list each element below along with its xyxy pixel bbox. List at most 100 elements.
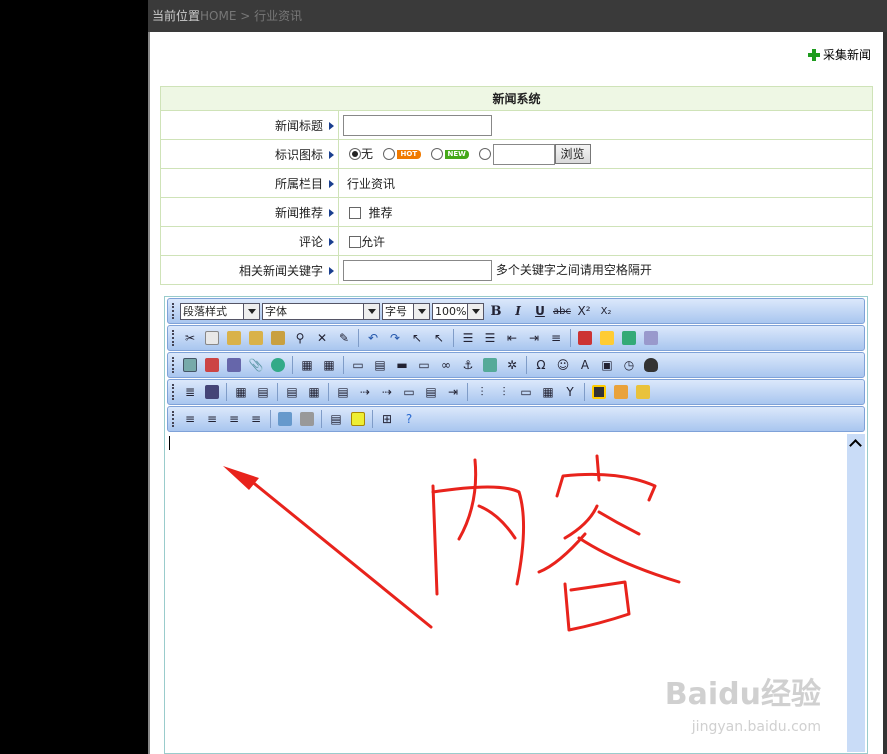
paragraph-style-select[interactable]: 段落样式: [180, 302, 260, 320]
image-icon[interactable]: [180, 355, 200, 375]
delete-icon[interactable]: ✕: [312, 328, 332, 348]
bold-button[interactable]: B: [486, 301, 506, 321]
textbox-icon[interactable]: ▭: [348, 355, 368, 375]
send-back-icon[interactable]: [633, 382, 653, 402]
outdent-icon[interactable]: ⇤: [502, 328, 522, 348]
help-icon[interactable]: ?: [399, 409, 419, 429]
chevron-up-icon[interactable]: [850, 438, 862, 450]
toolbar-grip[interactable]: [172, 384, 175, 400]
recommend-checkbox[interactable]: [349, 207, 361, 219]
copy-icon[interactable]: [202, 328, 222, 348]
toolbar-grip[interactable]: [172, 411, 175, 427]
emoticon-icon[interactable]: ☺: [553, 355, 573, 375]
highlight-icon[interactable]: [597, 328, 617, 348]
select-all-icon[interactable]: ↖: [429, 328, 449, 348]
globe-icon[interactable]: [268, 355, 288, 375]
icon-custom-radio[interactable]: [478, 148, 491, 160]
table-icon[interactable]: ▦: [297, 355, 317, 375]
split-col-icon[interactable]: Y: [560, 382, 580, 402]
browse-button[interactable]: 浏览: [554, 144, 591, 164]
layer-icon[interactable]: [589, 382, 609, 402]
cut-icon[interactable]: ✂: [180, 328, 200, 348]
zoom-select[interactable]: 100%: [432, 302, 484, 320]
blockquote-icon[interactable]: ≡: [546, 328, 566, 348]
attachment-icon[interactable]: 📎: [246, 355, 266, 375]
clock-icon[interactable]: ◷: [619, 355, 639, 375]
strikethrough-button[interactable]: abc: [552, 301, 572, 321]
col-delete-icon[interactable]: ⇥: [443, 382, 463, 402]
qq-icon[interactable]: [641, 355, 661, 375]
pdf-icon[interactable]: [297, 409, 317, 429]
map-icon[interactable]: [480, 355, 500, 375]
merge-right-icon[interactable]: ⫶: [494, 382, 514, 402]
text-color-icon[interactable]: [575, 328, 595, 348]
find-icon[interactable]: ⚲: [290, 328, 310, 348]
toolbar-grip[interactable]: [172, 330, 175, 346]
merge-down-icon[interactable]: ▭: [516, 382, 536, 402]
row-after-icon[interactable]: ⇢: [377, 382, 397, 402]
row-insert-icon[interactable]: ▤: [333, 382, 353, 402]
paste-icon[interactable]: [224, 328, 244, 348]
align-justify-icon[interactable]: ≡: [246, 409, 266, 429]
form-icon[interactable]: ▤: [370, 355, 390, 375]
italic-button[interactable]: I: [508, 301, 528, 321]
icon-new-radio[interactable]: [430, 148, 443, 160]
collect-news-button[interactable]: 采集新闻: [807, 46, 871, 63]
merge-cells-icon[interactable]: ⫶: [472, 382, 492, 402]
editor-scrollbar[interactable]: [847, 434, 865, 752]
subscript-button[interactable]: X₂: [596, 301, 616, 321]
unlink-icon[interactable]: ✲: [502, 355, 522, 375]
breadcrumb-section-link[interactable]: 行业资讯: [254, 9, 302, 23]
format-brush-icon[interactable]: [641, 328, 661, 348]
date-icon[interactable]: ▣: [597, 355, 617, 375]
background-color-icon[interactable]: [619, 328, 639, 348]
superscript-button[interactable]: X²: [574, 301, 594, 321]
cell-props-icon[interactable]: ▤: [282, 382, 302, 402]
link-icon[interactable]: ∞: [436, 355, 456, 375]
grid-icon[interactable]: ▦: [319, 355, 339, 375]
select-icon[interactable]: ↖: [407, 328, 427, 348]
comment-checkbox[interactable]: [349, 236, 361, 248]
row-before-icon[interactable]: ⇢: [355, 382, 375, 402]
anchor-icon[interactable]: ⚓: [458, 355, 478, 375]
table-insert-icon[interactable]: ▦: [231, 382, 251, 402]
ordered-list-icon[interactable]: ☰: [458, 328, 478, 348]
underline-button[interactable]: U: [530, 301, 550, 321]
template-icon[interactable]: ▤: [326, 409, 346, 429]
icon-none-radio[interactable]: [349, 148, 361, 160]
align-left-icon[interactable]: ≡: [180, 409, 200, 429]
marquee-icon[interactable]: [348, 409, 368, 429]
bring-front-icon[interactable]: [611, 382, 631, 402]
hr-icon[interactable]: ▬: [392, 355, 412, 375]
align-right-icon[interactable]: ≡: [224, 409, 244, 429]
toolbar-grip[interactable]: [172, 303, 175, 319]
preview-icon[interactable]: [275, 409, 295, 429]
align-center-icon[interactable]: ≡: [202, 409, 222, 429]
redo-icon[interactable]: ↷: [385, 328, 405, 348]
cell-split-icon[interactable]: ▦: [304, 382, 324, 402]
paragraph-icon[interactable]: ≣: [180, 382, 200, 402]
paste-text-icon[interactable]: [246, 328, 266, 348]
undo-icon[interactable]: ↶: [363, 328, 383, 348]
breadcrumb-home-link[interactable]: HOME: [200, 9, 236, 23]
font-size-select[interactable]: 字号: [382, 302, 430, 320]
font-select[interactable]: 字体: [262, 302, 380, 320]
spell-icon[interactable]: [202, 382, 222, 402]
toolbar-grip[interactable]: [172, 357, 175, 373]
col-insert-icon[interactable]: ▤: [421, 382, 441, 402]
icon-hot-radio[interactable]: [382, 148, 395, 160]
input-field-icon[interactable]: ▭: [414, 355, 434, 375]
omega-icon[interactable]: Ω: [531, 355, 551, 375]
paste-word-icon[interactable]: [268, 328, 288, 348]
icon-file-input[interactable]: [492, 143, 555, 165]
indent-icon[interactable]: ⇥: [524, 328, 544, 348]
media-icon[interactable]: [224, 355, 244, 375]
unordered-list-icon[interactable]: ☰: [480, 328, 500, 348]
split-row-icon[interactable]: ▦: [538, 382, 558, 402]
row-delete-icon[interactable]: ▭: [399, 382, 419, 402]
clear-format-icon[interactable]: ✎: [334, 328, 354, 348]
table-props-icon[interactable]: ▤: [253, 382, 273, 402]
news-title-input[interactable]: [343, 114, 492, 136]
flash-icon[interactable]: [202, 355, 222, 375]
fullscreen-icon[interactable]: ⊞: [377, 409, 397, 429]
